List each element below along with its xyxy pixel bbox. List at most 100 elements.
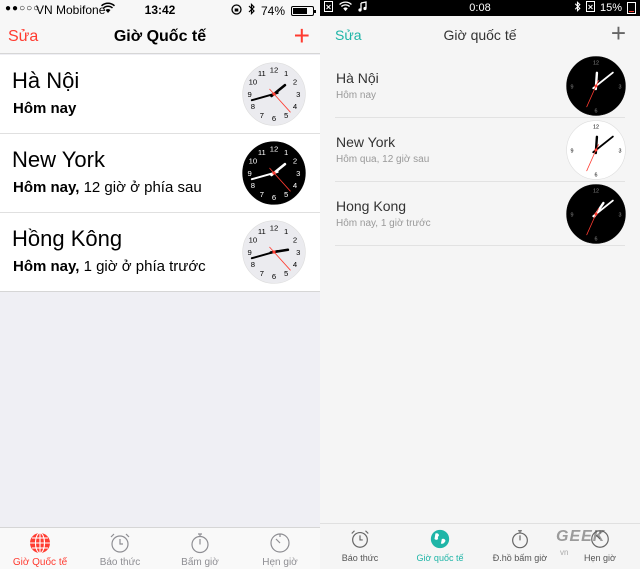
city-offset: Hôm nay xyxy=(13,100,77,117)
timer-icon xyxy=(270,533,290,553)
alarm-clock-icon xyxy=(110,533,130,553)
page-title: Giờ quốc tế xyxy=(443,27,517,43)
globe-icon xyxy=(430,529,450,549)
analog-clock-icon: 3 6 9 12 xyxy=(566,56,626,116)
clock-numeral: 7 xyxy=(260,269,264,278)
clock-numeral: 9 xyxy=(571,149,574,155)
city-row-hanoi[interactable]: Hà Nội Hôm nay 3 6 9 12 xyxy=(335,54,626,118)
android-screen: 0:08 15% Sửa Giờ quốc tế + Hà Nội Hôm na… xyxy=(320,0,640,569)
clock-numeral: 11 xyxy=(258,69,266,78)
clock-numeral: 1 xyxy=(284,227,288,236)
tab-alarm[interactable]: Báo thức xyxy=(320,524,400,569)
clock-numeral: 3 xyxy=(619,85,622,91)
clock-numeral: 10 xyxy=(249,236,258,245)
city-row-new-york[interactable]: New York Hôm nay, 12 giờ ở phía sau 12 3 4… xyxy=(0,134,320,213)
clock-numeral: 5 xyxy=(284,190,288,199)
city-list: Hà Nội Hôm nay 1 2 3 4 5 6 7 8 9 10 11 12 New York … xyxy=(0,55,320,292)
clock-numeral: 3 xyxy=(619,149,622,155)
clock-center xyxy=(594,212,598,216)
battery-percent: 74% xyxy=(260,3,285,18)
clock-numeral: 11 xyxy=(258,148,266,157)
tab-alarm[interactable]: Báo thức xyxy=(80,528,160,569)
city-offset: Hôm nay, 1 giờ trước xyxy=(336,218,431,229)
city-offset: Hôm nay xyxy=(336,90,377,101)
watermark-logo: GEEK xyxy=(556,528,606,545)
clock-numeral: 12 xyxy=(270,66,279,75)
clock-numeral: 9 xyxy=(571,213,574,219)
tab-label: Hẹn giờ xyxy=(584,553,616,563)
city-offset: Hôm nay, 1 giờ ở phía trước xyxy=(13,258,206,275)
clock-numeral: 8 xyxy=(251,260,255,269)
city-row-hong-kong[interactable]: Hồng Kông Hôm nay, 1 giờ ở phía trước 12… xyxy=(0,213,320,292)
add-city-button[interactable]: + xyxy=(611,20,626,46)
stopwatch-icon xyxy=(191,533,209,554)
clock-numeral: 9 xyxy=(248,90,252,99)
android-nav-bar: Sửa Giờ quốc tế + xyxy=(320,16,640,54)
analog-clock-icon: 1234567891011 12 xyxy=(242,62,306,126)
clock-numeral: 2 xyxy=(293,157,297,166)
clock-numeral: 7 xyxy=(260,111,264,120)
watermark-sub: vn xyxy=(560,548,569,557)
clock-numeral: 1 xyxy=(284,148,288,157)
city-name: New York xyxy=(336,134,396,150)
tab-label: Đ.hồ bấm giờ xyxy=(492,553,548,563)
page-title: Giờ Quốc tế xyxy=(113,28,207,45)
clock-numeral: 3 xyxy=(619,213,622,219)
clock-numeral: 5 xyxy=(284,269,288,278)
clock-numeral: 3 xyxy=(296,169,300,178)
clock-numeral: 6 xyxy=(595,237,598,243)
tab-label: Báo thức xyxy=(99,557,141,568)
tab-stopwatch[interactable]: Đ.hồ bấm giờ xyxy=(480,524,560,569)
clock-numeral: 8 xyxy=(251,181,255,190)
clock-numeral: 4 xyxy=(293,102,298,111)
clock-numeral: 6 xyxy=(272,114,276,123)
ios-tab-bar: Giờ Quốc tế Báo thức Bấm giờ Hẹn giờ xyxy=(0,527,320,569)
analog-clock-icon: 1234567891011 12 xyxy=(242,220,306,284)
clock-numeral: 3 xyxy=(296,90,300,99)
clock-numeral: 9 xyxy=(248,169,252,178)
tab-world-clock[interactable]: Giờ Quốc tế xyxy=(0,528,80,569)
clock-numeral: 9 xyxy=(248,248,252,257)
city-row-hanoi[interactable]: Hà Nội Hôm nay 1 2 3 4 5 6 7 8 9 10 11 12 xyxy=(0,55,320,134)
city-row-new-york[interactable]: New York Hôm qua, 12 giờ sau 3 6 9 12 xyxy=(335,118,626,182)
tab-world-clock[interactable]: Giờ quốc tế xyxy=(400,524,480,569)
clock-numeral: 11 xyxy=(258,227,266,236)
tab-label: Giờ Quốc tế xyxy=(12,557,68,568)
ios-screen: ●●○○○ VN Mobifone 13:42 74% Sửa Giờ Quốc… xyxy=(0,0,320,569)
globe-icon xyxy=(30,532,50,554)
clock-numeral: 12 xyxy=(593,125,599,131)
clock-numeral: 3 xyxy=(296,248,300,257)
clock-numeral: 12 xyxy=(270,224,279,233)
bluetooth-icon xyxy=(248,3,255,18)
tab-label: Hẹn giờ xyxy=(262,557,298,568)
tab-label: Giờ quốc tế xyxy=(416,553,464,563)
clock-numeral: 6 xyxy=(595,109,598,115)
clock-numeral: 4 xyxy=(293,181,298,190)
rotation-lock-icon xyxy=(231,3,242,18)
clock-numeral: 4 xyxy=(293,260,298,269)
tab-stopwatch[interactable]: Bấm giờ xyxy=(160,528,240,569)
city-row-hong-kong[interactable]: Hong Kong Hôm nay, 1 giờ trước 3 6 9 12 xyxy=(335,182,626,246)
alarm-clock-icon xyxy=(351,530,369,548)
clock-numeral: 10 xyxy=(249,78,258,87)
clock-numeral: 9 xyxy=(571,85,574,91)
clock-numeral: 5 xyxy=(284,111,288,120)
city-name: Hong Kong xyxy=(336,198,407,214)
add-city-button[interactable]: + xyxy=(294,22,310,50)
city-name: Hà Nội xyxy=(12,68,80,93)
battery-icon xyxy=(291,5,316,16)
tab-timer[interactable]: Hẹn giờ xyxy=(240,528,320,569)
tab-label: Báo thức xyxy=(341,553,379,563)
android-status-bar: 0:08 15% xyxy=(320,0,640,16)
clock-center xyxy=(272,250,276,254)
clock-numeral: 12 xyxy=(270,145,279,154)
analog-clock-icon: 1234567891011 12 xyxy=(242,141,306,205)
city-offset: Hôm nay, 12 giờ ở phía sau xyxy=(13,179,202,196)
clock-center xyxy=(272,171,276,175)
battery-percent: 15% xyxy=(599,2,622,14)
clock-numeral: 7 xyxy=(260,190,264,199)
no-sim-icon xyxy=(585,1,595,15)
ios-nav-bar: Sửa Giờ Quốc tế + xyxy=(0,20,320,54)
clock-center xyxy=(272,92,276,96)
clock-numeral: 2 xyxy=(293,78,297,87)
